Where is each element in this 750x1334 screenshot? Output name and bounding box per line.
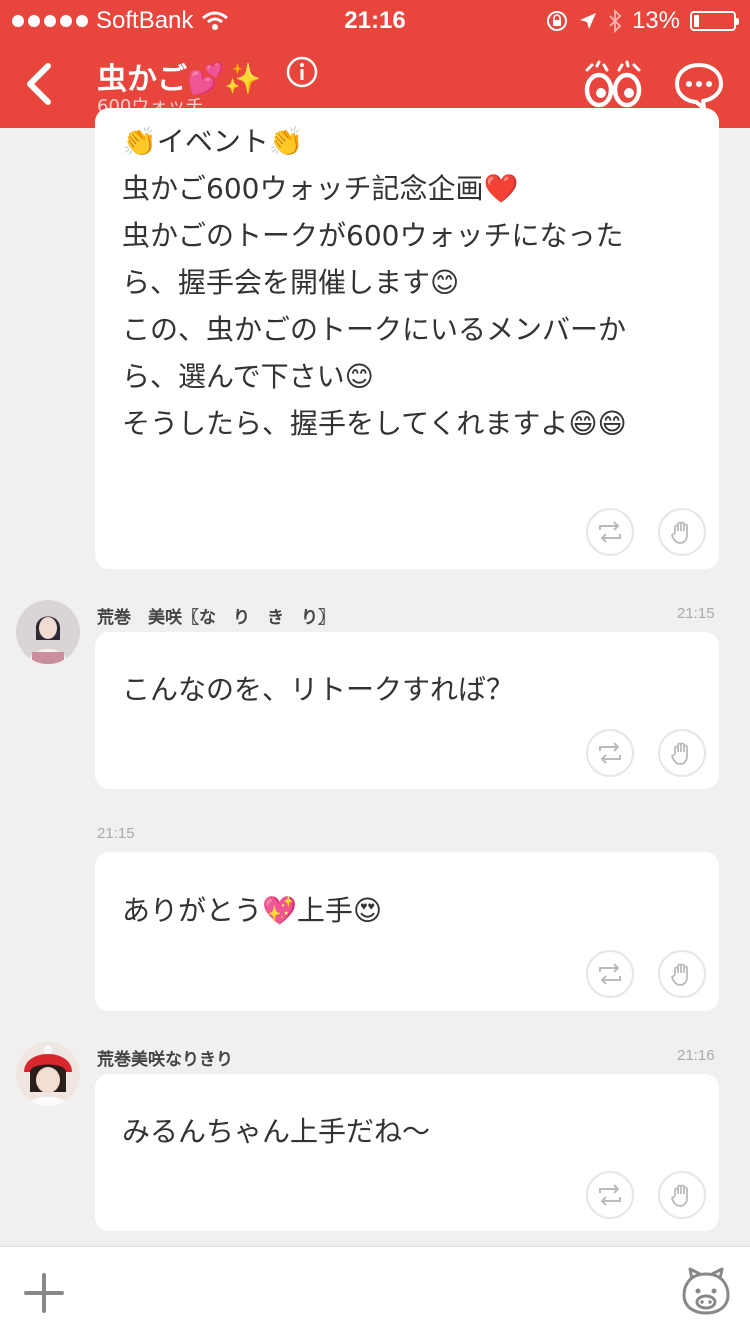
chat-bubble-icon	[675, 63, 723, 110]
retalk-button[interactable]	[586, 729, 634, 777]
retalk-button[interactable]	[586, 1171, 634, 1219]
retalk-button[interactable]	[586, 950, 634, 998]
sender-name: 荒巻 美咲〖な り き り〗	[97, 608, 335, 628]
location-arrow-icon	[579, 13, 596, 29]
sender-name: 荒巻美咲なりきり	[97, 1050, 233, 1070]
bottom-bar	[0, 1246, 750, 1334]
hand-icon	[671, 963, 688, 986]
message-bubble[interactable]: ありがとう💖上手😍	[95, 852, 719, 1011]
retalk-button[interactable]	[586, 508, 634, 556]
pig-face-icon	[682, 1267, 730, 1315]
message-text: こんなのを、リトークすれば？	[122, 673, 515, 706]
add-button[interactable]	[22, 1271, 66, 1315]
handshake-button[interactable]	[658, 950, 706, 998]
battery-icon	[690, 11, 739, 31]
message-text: ありがとう💖上手😍	[122, 894, 383, 927]
message-bubble[interactable]: こんなのを、リトークすれば？	[95, 632, 719, 789]
eyes-icon	[584, 60, 642, 108]
rotation-lock-icon	[546, 11, 567, 31]
handshake-button[interactable]	[658, 508, 706, 556]
status-right: 13%	[546, 7, 739, 35]
retalk-icon	[599, 963, 621, 985]
retalk-icon	[599, 1184, 621, 1206]
message-bubble[interactable]: みるんちゃん上手だね〜	[95, 1074, 719, 1231]
chat-button[interactable]	[674, 62, 724, 110]
chevron-left-icon	[27, 63, 51, 105]
retalk-icon	[599, 521, 621, 543]
handshake-button[interactable]	[658, 1171, 706, 1219]
bluetooth-icon	[609, 9, 622, 33]
avatar[interactable]	[16, 1042, 80, 1106]
hand-icon	[671, 742, 688, 765]
message-time: 21:15	[97, 825, 135, 842]
info-button[interactable]	[285, 55, 319, 89]
back-button[interactable]	[18, 58, 62, 110]
message-bubble[interactable]: 👏イベント👏 虫かご600ウォッチ記念企画❤️ 虫かごのトークが600ウォッチに…	[95, 108, 719, 569]
battery-percent: 13%	[631, 7, 680, 34]
message-time: 21:16	[677, 1047, 715, 1064]
avatar[interactable]	[16, 600, 80, 664]
info-icon	[286, 56, 318, 88]
plus-icon	[24, 1273, 64, 1313]
handshake-button[interactable]	[658, 729, 706, 777]
watch-button[interactable]	[582, 60, 644, 110]
hand-icon	[671, 521, 688, 544]
status-bar: SoftBank 21:16 13%	[0, 0, 750, 40]
message-text: 👏イベント👏 虫かご600ウォッチ記念企画❤️ 虫かごのトークが600ウォッチに…	[122, 125, 627, 440]
avatar-image	[16, 1042, 80, 1106]
avatar-image	[16, 600, 80, 664]
sticker-button[interactable]	[680, 1265, 732, 1317]
message-time: 21:15	[677, 605, 715, 622]
hand-icon	[671, 1184, 688, 1207]
retalk-icon	[599, 742, 621, 764]
message-text: みるんちゃん上手だね〜	[122, 1115, 431, 1148]
